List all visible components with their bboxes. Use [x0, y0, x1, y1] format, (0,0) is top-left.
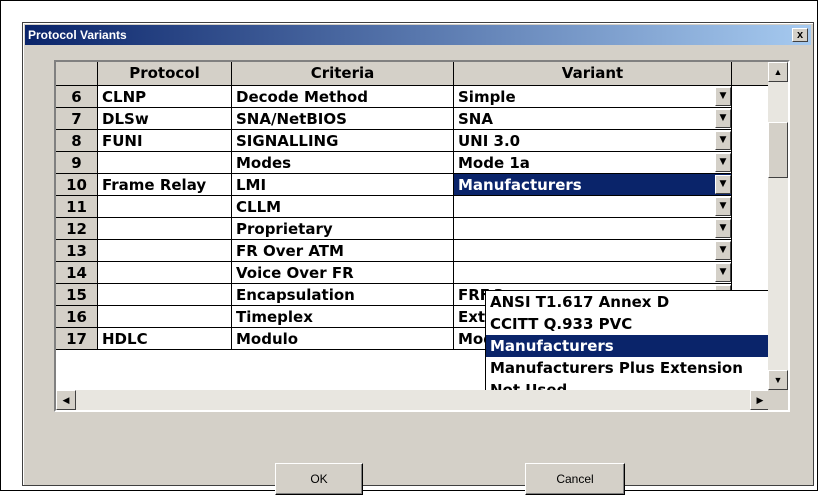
chevron-down-icon[interactable]: ▼	[715, 219, 731, 238]
ok-button[interactable]: OK	[275, 463, 363, 495]
protocol-cell[interactable]	[98, 218, 232, 240]
scroll-down-button[interactable]: ▼	[768, 370, 788, 390]
protocol-cell[interactable]	[98, 262, 232, 284]
chevron-down-icon[interactable]: ▼	[715, 263, 731, 282]
criteria-cell[interactable]: Decode Method	[232, 86, 454, 108]
protocol-cell[interactable]: HDLC	[98, 328, 232, 350]
variant-cell[interactable]: ▼	[454, 218, 732, 240]
variant-value: Mode 1a	[458, 154, 530, 172]
vertical-scroll-thumb[interactable]	[768, 122, 788, 178]
protocol-cell[interactable]: Frame Relay	[98, 174, 232, 196]
row-number[interactable]: 9	[56, 152, 98, 174]
header-variant[interactable]: Variant	[454, 62, 732, 86]
table-row[interactable]: 12 Proprietary ▼	[56, 218, 732, 240]
criteria-cell[interactable]: Voice Over FR	[232, 262, 454, 284]
variant-value: Simple	[458, 88, 516, 106]
chevron-down-icon[interactable]: ▼	[715, 175, 731, 194]
row-number[interactable]: 8	[56, 130, 98, 152]
title-bar[interactable]: Protocol Variants x	[25, 25, 811, 45]
row-number[interactable]: 12	[56, 218, 98, 240]
table-row[interactable]: 11 CLLM ▼	[56, 196, 732, 218]
chevron-down-icon[interactable]: ▼	[715, 197, 731, 216]
table-row[interactable]: 8 FUNI SIGNALLING UNI 3.0 ▼	[56, 130, 732, 152]
protocol-cell[interactable]	[98, 306, 232, 328]
scrollbar-corner	[768, 390, 788, 410]
header-filler	[732, 62, 770, 86]
dialog-title: Protocol Variants	[28, 28, 127, 42]
chevron-down-icon[interactable]: ▼	[715, 109, 731, 128]
horizontal-scrollbar[interactable]: ◀ ▶	[56, 390, 770, 410]
criteria-cell[interactable]: Modulo	[232, 328, 454, 350]
table-row[interactable]: 13 FR Over ATM ▼	[56, 240, 732, 262]
protocol-cell[interactable]: DLSw	[98, 108, 232, 130]
header-criteria[interactable]: Criteria	[232, 62, 454, 86]
row-number[interactable]: 16	[56, 306, 98, 328]
protocol-cell[interactable]: CLNP	[98, 86, 232, 108]
header-corner	[56, 62, 98, 86]
criteria-cell[interactable]: CLLM	[232, 196, 454, 218]
criteria-cell[interactable]: Proprietary	[232, 218, 454, 240]
variants-grid: Protocol Criteria Variant 6 CLNP Decode Me…	[54, 60, 790, 412]
protocol-cell[interactable]	[98, 240, 232, 262]
chevron-down-icon[interactable]: ▼	[715, 87, 731, 106]
row-number[interactable]: 13	[56, 240, 98, 262]
scroll-right-button[interactable]: ▶	[750, 390, 770, 410]
close-button[interactable]: x	[792, 28, 808, 42]
variant-cell[interactable]: SNA ▼	[454, 108, 732, 130]
protocol-cell[interactable]: FUNI	[98, 130, 232, 152]
variant-cell[interactable]: UNI 3.0 ▼	[454, 130, 732, 152]
dropdown-option[interactable]: CCITT Q.933 PVC	[486, 313, 780, 335]
table-row[interactable]: 7 DLSw SNA/NetBIOS SNA ▼	[56, 108, 732, 130]
variant-cell[interactable]: ▼	[454, 196, 732, 218]
chevron-down-icon[interactable]: ▼	[715, 241, 731, 260]
variant-value: SNA	[458, 110, 493, 128]
variant-cell[interactable]: ▼	[454, 240, 732, 262]
criteria-cell[interactable]: SIGNALLING	[232, 130, 454, 152]
header-protocol[interactable]: Protocol	[98, 62, 232, 86]
variant-cell[interactable]: Simple ▼	[454, 86, 732, 108]
variant-cell[interactable]: ▼	[454, 262, 732, 284]
row-number[interactable]: 17	[56, 328, 98, 350]
row-number[interactable]: 7	[56, 108, 98, 130]
table-row[interactable]: 6 CLNP Decode Method Simple ▼	[56, 86, 732, 108]
row-number[interactable]: 6	[56, 86, 98, 108]
table-row[interactable]: 9 Modes Mode 1a ▼	[56, 152, 732, 174]
protocol-cell[interactable]	[98, 152, 232, 174]
table-row[interactable]: 14 Voice Over FR ▼	[56, 262, 732, 284]
variant-dropdown-list: ANSI T1.617 Annex D CCITT Q.933 PVC Manufa…	[485, 290, 781, 406]
criteria-cell[interactable]: Encapsulation	[232, 284, 454, 306]
protocol-cell[interactable]	[98, 196, 232, 218]
criteria-cell[interactable]: Timeplex	[232, 306, 454, 328]
cancel-button[interactable]: Cancel	[525, 463, 625, 495]
vertical-scrollbar[interactable]: ▲ ▼	[768, 62, 788, 390]
chevron-down-icon[interactable]: ▼	[715, 131, 731, 150]
protocol-cell[interactable]	[98, 284, 232, 306]
variant-cell[interactable]: Mode 1a ▼	[454, 152, 732, 174]
row-number[interactable]: 10	[56, 174, 98, 196]
variant-cell[interactable]: Manufacturers ▼	[454, 174, 732, 196]
scroll-up-button[interactable]: ▲	[768, 62, 788, 82]
chevron-down-icon[interactable]: ▼	[715, 153, 731, 172]
criteria-cell[interactable]: FR Over ATM	[232, 240, 454, 262]
row-number[interactable]: 11	[56, 196, 98, 218]
dropdown-option[interactable]: ANSI T1.617 Annex D	[486, 291, 780, 313]
scroll-left-button[interactable]: ◀	[56, 390, 76, 410]
criteria-cell[interactable]: LMI	[232, 174, 454, 196]
row-number[interactable]: 14	[56, 262, 98, 284]
criteria-cell[interactable]: SNA/NetBIOS	[232, 108, 454, 130]
dropdown-option[interactable]: Manufacturers	[486, 335, 780, 357]
variant-value: UNI 3.0	[458, 132, 521, 150]
table-row[interactable]: 10 Frame Relay LMI Manufacturers ▼	[56, 174, 732, 196]
protocol-variants-dialog: Protocol Variants x Protocol Criteria Va…	[22, 22, 814, 495]
criteria-cell[interactable]: Modes	[232, 152, 454, 174]
dropdown-option[interactable]: Manufacturers Plus Extension	[486, 357, 780, 379]
row-number[interactable]: 15	[56, 284, 98, 306]
variant-value: Manufacturers	[458, 176, 582, 194]
